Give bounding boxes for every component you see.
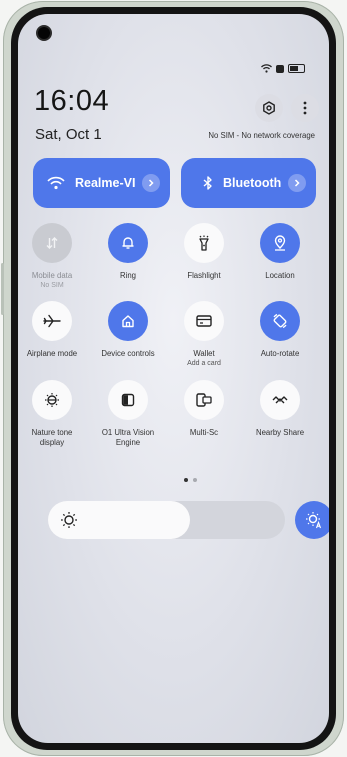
more-icon (303, 101, 307, 115)
tile-sublabel: No SIM (40, 282, 64, 289)
tile-device-controls[interactable]: Device controls (90, 301, 166, 359)
status-icons (261, 64, 305, 73)
tile-nearby-share-toggle[interactable] (260, 380, 300, 420)
page-dot-active[interactable] (184, 478, 188, 482)
tile-multi-screen[interactable]: Multi-Sc (166, 380, 242, 438)
tile-nearby-share[interactable]: Nearby Share (242, 380, 318, 438)
tile-flashlight[interactable]: Flashlight (166, 223, 242, 281)
phone-bezel: 16:04 Sat, Oct 1 No SIM - No network cov… (11, 7, 336, 750)
tile-ring[interactable]: Ring (90, 223, 166, 281)
auto-brightness-button[interactable] (295, 501, 329, 539)
tile-nature-tone-toggle[interactable] (32, 380, 72, 420)
date[interactable]: Sat, Oct 1 (35, 126, 102, 143)
wifi-icon (47, 176, 65, 190)
auto-brightness-icon (306, 512, 322, 529)
network-status: No SIM - No network coverage (208, 131, 315, 140)
tile-device-controls-toggle[interactable] (108, 301, 148, 341)
front-camera (38, 27, 50, 39)
page-indicator[interactable] (184, 478, 197, 482)
more-options-button[interactable] (291, 94, 319, 122)
tile-label: Nature tone display (31, 428, 73, 447)
phone-frame: 16:04 Sat, Oct 1 No SIM - No network cov… (1, 1, 344, 756)
tile-multi-screen-toggle[interactable] (184, 380, 224, 420)
sun-icon (61, 512, 77, 528)
wallet-icon (196, 315, 212, 327)
tile-label: Airplane mode (26, 349, 78, 358)
tile-airplane-toggle[interactable] (32, 301, 72, 341)
location-icon (274, 235, 286, 251)
tile-vision-engine-toggle[interactable] (108, 380, 148, 420)
tile-airplane-mode[interactable]: Airplane mode (18, 301, 90, 359)
clock[interactable]: 16:04 (34, 85, 109, 118)
tile-label: Device controls (101, 349, 155, 358)
wifi-icon (261, 64, 272, 73)
tile-location[interactable]: Location (242, 223, 318, 281)
tile-mobile-data[interactable]: Mobile data No SIM (18, 223, 90, 291)
tile-label: Location (265, 271, 295, 280)
airplane-icon (43, 314, 61, 328)
bluetooth-icon (203, 176, 212, 190)
tile-ring-toggle[interactable] (108, 223, 148, 263)
bluetooth-expand-button[interactable] (288, 174, 306, 192)
tile-auto-rotate[interactable]: Auto-rotate (242, 301, 318, 359)
wifi-tile[interactable]: Realme-VI (33, 158, 170, 208)
brightness-slider[interactable] (48, 501, 285, 539)
tile-flashlight-toggle[interactable] (184, 223, 224, 263)
tile-sublabel: Add a card (187, 360, 221, 367)
sim-icon (276, 64, 284, 73)
page-dot[interactable] (193, 478, 197, 482)
flashlight-icon (199, 235, 209, 251)
tile-label: Mobile data (31, 271, 73, 280)
tile-auto-rotate-toggle[interactable] (260, 301, 300, 341)
multi-screen-icon (196, 393, 212, 407)
bluetooth-tile[interactable]: Bluetooth (181, 158, 316, 208)
tile-label: Nearby Share (255, 428, 305, 437)
home-icon (122, 315, 134, 328)
settings-button[interactable] (255, 94, 283, 122)
nature-tone-icon (45, 393, 59, 407)
battery-icon (288, 64, 305, 73)
tile-location-toggle[interactable] (260, 223, 300, 263)
chevron-right-icon (294, 179, 300, 187)
nearby-share-icon (272, 396, 288, 404)
tile-label: Auto-rotate (260, 349, 300, 358)
bell-icon (122, 237, 134, 249)
tile-mobile-data-toggle[interactable] (32, 223, 72, 263)
settings-icon (263, 101, 275, 115)
tile-wallet-toggle[interactable] (184, 301, 224, 341)
tile-label: Flashlight (187, 271, 221, 280)
mobile-data-icon (46, 237, 58, 249)
tile-label: Wallet (193, 349, 215, 358)
tile-wallet[interactable]: Wallet Add a card (166, 301, 242, 369)
tile-nature-tone[interactable]: Nature tone display (18, 380, 90, 448)
wifi-expand-button[interactable] (142, 174, 160, 192)
quick-settings-screen: 16:04 Sat, Oct 1 No SIM - No network cov… (18, 14, 329, 743)
chevron-right-icon (148, 179, 154, 187)
wifi-label: Realme-VI (75, 176, 136, 190)
tile-label: O1 Ultra Vision Engine (101, 428, 155, 447)
tile-label: Ring (119, 271, 137, 280)
rotate-icon (273, 313, 287, 329)
tile-label: Multi-Sc (189, 428, 219, 437)
tile-vision-engine[interactable]: O1 Ultra Vision Engine (90, 380, 166, 448)
vision-engine-icon (121, 393, 135, 407)
volume-button (1, 263, 4, 315)
bluetooth-label: Bluetooth (223, 176, 282, 190)
